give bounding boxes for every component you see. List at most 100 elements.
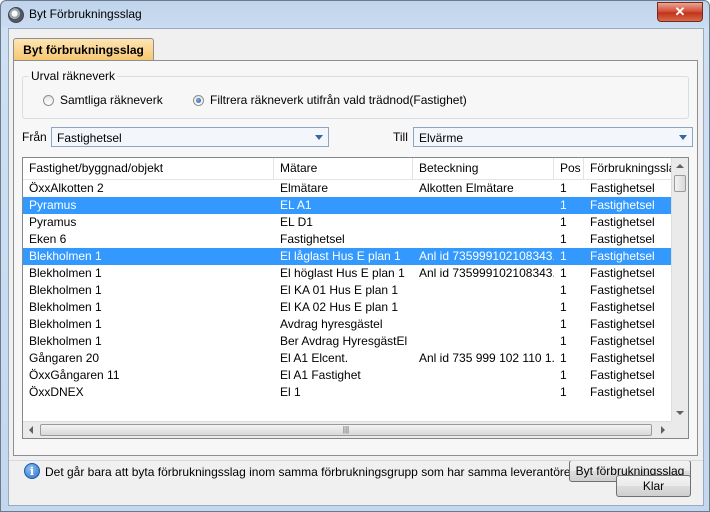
cell-matare: El KA 02 Hus E plan 1: [280, 300, 399, 314]
cell-matare: El A1 Fastighet: [280, 368, 361, 382]
radio-samtliga-indicator[interactable]: [43, 94, 54, 106]
cell-pos: 1: [560, 334, 567, 348]
table-row[interactable]: Gångaren 20 El A1 Elcent. Anl id 735 999 1…: [23, 350, 673, 367]
vertical-scroll-thumb[interactable]: [674, 175, 686, 192]
radio-samtliga-label: Samtliga räkneverk: [60, 93, 163, 107]
cell-beteckning: Anl id 735999102108343...: [419, 249, 554, 263]
urval-legend: Urval räkneverk: [29, 69, 118, 83]
tab-byt-forbrukningsslag[interactable]: Byt förbrukningsslag: [13, 38, 154, 60]
cell-beteckning: [413, 333, 554, 350]
chevron-down-icon[interactable]: [679, 135, 687, 140]
table-row[interactable]: Blekholmen 1 El höglast Hus E plan 1 Anl i…: [23, 265, 673, 282]
horizontal-scroll-thumb[interactable]: |||: [40, 424, 652, 436]
to-select[interactable]: Elvärme: [413, 127, 693, 147]
to-select-value: Elvärme: [419, 131, 464, 145]
dialog-window: Byt Förbrukningsslag ✕ Byt förbrukningss…: [0, 0, 710, 512]
window-title: Byt Förbrukningsslag: [29, 7, 142, 21]
info-icon: i: [24, 463, 40, 479]
table-row[interactable]: Eken 6 Fastighetsel 1 Fastighetsel: [23, 231, 673, 248]
column-header-pos[interactable]: Pos: [554, 158, 584, 179]
table-row[interactable]: ÖxxDNEX El 1 1 Fastighetsel: [23, 384, 673, 401]
cell-pos: 1: [560, 249, 567, 263]
cell-forbrukningsslag: Fastighetsel: [590, 283, 655, 297]
table-row[interactable]: Pyramus EL A1 1 Fastighetsel: [23, 197, 673, 214]
radio-filtrera-label: Filtrera räkneverk utifrån vald trädnod(…: [210, 93, 467, 107]
cell-fastighet: Blekholmen 1: [29, 317, 102, 331]
cell-matare: Ber Avdrag HyresgästEl: [280, 334, 408, 348]
cell-forbrukningsslag: Fastighetsel: [590, 181, 655, 195]
cell-pos: 1: [560, 215, 567, 229]
cell-beteckning: [413, 316, 554, 333]
from-label: Från: [22, 130, 47, 144]
client-area: Byt förbrukningsslag Urval räkneverk Sam…: [8, 28, 704, 506]
cell-beteckning: [413, 367, 554, 384]
cell-matare: Avdrag hyresgästel: [280, 317, 383, 331]
cell-beteckning: [413, 282, 554, 299]
cell-pos: 1: [560, 266, 567, 280]
column-header-fastighet[interactable]: Fastighet/byggnad/objekt: [23, 158, 274, 179]
cell-forbrukningsslag: Fastighetsel: [590, 215, 655, 229]
cell-fastighet: Blekholmen 1: [29, 300, 102, 314]
cell-fastighet: Eken 6: [29, 232, 67, 246]
radio-filtrera[interactable]: Filtrera räkneverk utifrån vald trädnod(…: [193, 93, 467, 107]
scroll-up-icon[interactable]: [676, 164, 684, 168]
cell-forbrukningsslag: Fastighetsel: [590, 300, 655, 314]
cell-fastighet: ÖxxDNEX: [29, 385, 84, 399]
table-body: ÖxxAlkotten 2 Elmätare Alkotten Elmätare 1 F…: [23, 180, 673, 401]
title-bar[interactable]: Byt Förbrukningsslag ✕: [1, 1, 709, 28]
cell-fastighet: Pyramus: [29, 198, 77, 212]
radio-samtliga[interactable]: Samtliga räkneverk: [43, 93, 163, 107]
cell-beteckning: Anl id 735 999 102 110 1...: [419, 351, 554, 365]
cell-forbrukningsslag: Fastighetsel: [590, 334, 655, 348]
cell-beteckning: Anl id 735999102108343...: [419, 266, 554, 280]
close-button[interactable]: ✕: [657, 2, 703, 22]
chevron-down-icon[interactable]: [315, 135, 323, 140]
app-icon: [8, 7, 24, 23]
cell-pos: 1: [560, 300, 567, 314]
cell-pos: 1: [560, 181, 567, 195]
scroll-left-icon[interactable]: [29, 426, 33, 434]
table-row[interactable]: Blekholmen 1 Ber Avdrag HyresgästEl 1 Fasti…: [23, 333, 673, 350]
cell-forbrukningsslag: Fastighetsel: [590, 317, 655, 331]
table-row[interactable]: Blekholmen 1 El KA 01 Hus E plan 1 1 Fastig…: [23, 282, 673, 299]
cell-forbrukningsslag: Fastighetsel: [590, 368, 655, 382]
cell-matare: Fastighetsel: [280, 232, 345, 246]
cell-pos: 1: [560, 385, 567, 399]
table-row[interactable]: Pyramus EL D1 1 Fastighetsel: [23, 214, 673, 231]
table-row[interactable]: Blekholmen 1 El KA 02 Hus E plan 1 1 Fastig…: [23, 299, 673, 316]
cell-matare: El höglast Hus E plan 1: [280, 266, 405, 280]
scroll-down-icon[interactable]: [676, 411, 684, 415]
column-header-forbrukningsslag[interactable]: Förbrukningsslag: [584, 158, 673, 179]
meter-table[interactable]: Fastighet/byggnad/objekt Mätare Beteckni…: [22, 157, 689, 439]
cell-pos: 1: [560, 232, 567, 246]
urval-groupbox: Urval räkneverk Samtliga räkneverk Filtr…: [22, 69, 689, 119]
table-row[interactable]: ÖxxAlkotten 2 Elmätare Alkotten Elmätare 1 F…: [23, 180, 673, 197]
cell-fastighet: Blekholmen 1: [29, 249, 102, 263]
close-done-button[interactable]: Klar: [616, 475, 691, 497]
cell-forbrukningsslag: Fastighetsel: [590, 266, 655, 280]
table-header: Fastighet/byggnad/objekt Mätare Beteckni…: [23, 158, 673, 180]
vertical-scrollbar[interactable]: [671, 158, 688, 421]
cell-pos: 1: [560, 317, 567, 331]
cell-beteckning: [413, 384, 554, 401]
horizontal-scrollbar[interactable]: |||: [23, 421, 671, 438]
column-header-beteckning[interactable]: Beteckning: [413, 158, 554, 179]
cell-fastighet: Gångaren 20: [29, 351, 100, 365]
table-row[interactable]: ÖxxGångaren 11 El A1 Fastighet 1 Fastighets…: [23, 367, 673, 384]
column-header-matare[interactable]: Mätare: [274, 158, 413, 179]
scroll-right-icon[interactable]: [661, 426, 665, 434]
cell-matare: EL D1: [280, 215, 313, 229]
cell-matare: El A1 Elcent.: [280, 351, 349, 365]
table-row[interactable]: Blekholmen 1 El låglast Hus E plan 1 Anl i…: [23, 248, 673, 265]
cell-forbrukningsslag: Fastighetsel: [590, 385, 655, 399]
cell-matare: El KA 01 Hus E plan 1: [280, 283, 399, 297]
cell-matare: El låglast Hus E plan 1: [280, 249, 401, 263]
scroll-corner: [671, 421, 688, 438]
cell-beteckning: [413, 299, 554, 316]
from-select[interactable]: Fastighetsel: [51, 127, 329, 147]
radio-filtrera-indicator[interactable]: [193, 94, 204, 106]
cell-matare: Elmätare: [280, 181, 329, 195]
tab-panel: Urval räkneverk Samtliga räkneverk Filtr…: [13, 60, 698, 482]
table-row[interactable]: Blekholmen 1 Avdrag hyresgästel 1 Fastighet…: [23, 316, 673, 333]
cell-pos: 1: [560, 368, 567, 382]
